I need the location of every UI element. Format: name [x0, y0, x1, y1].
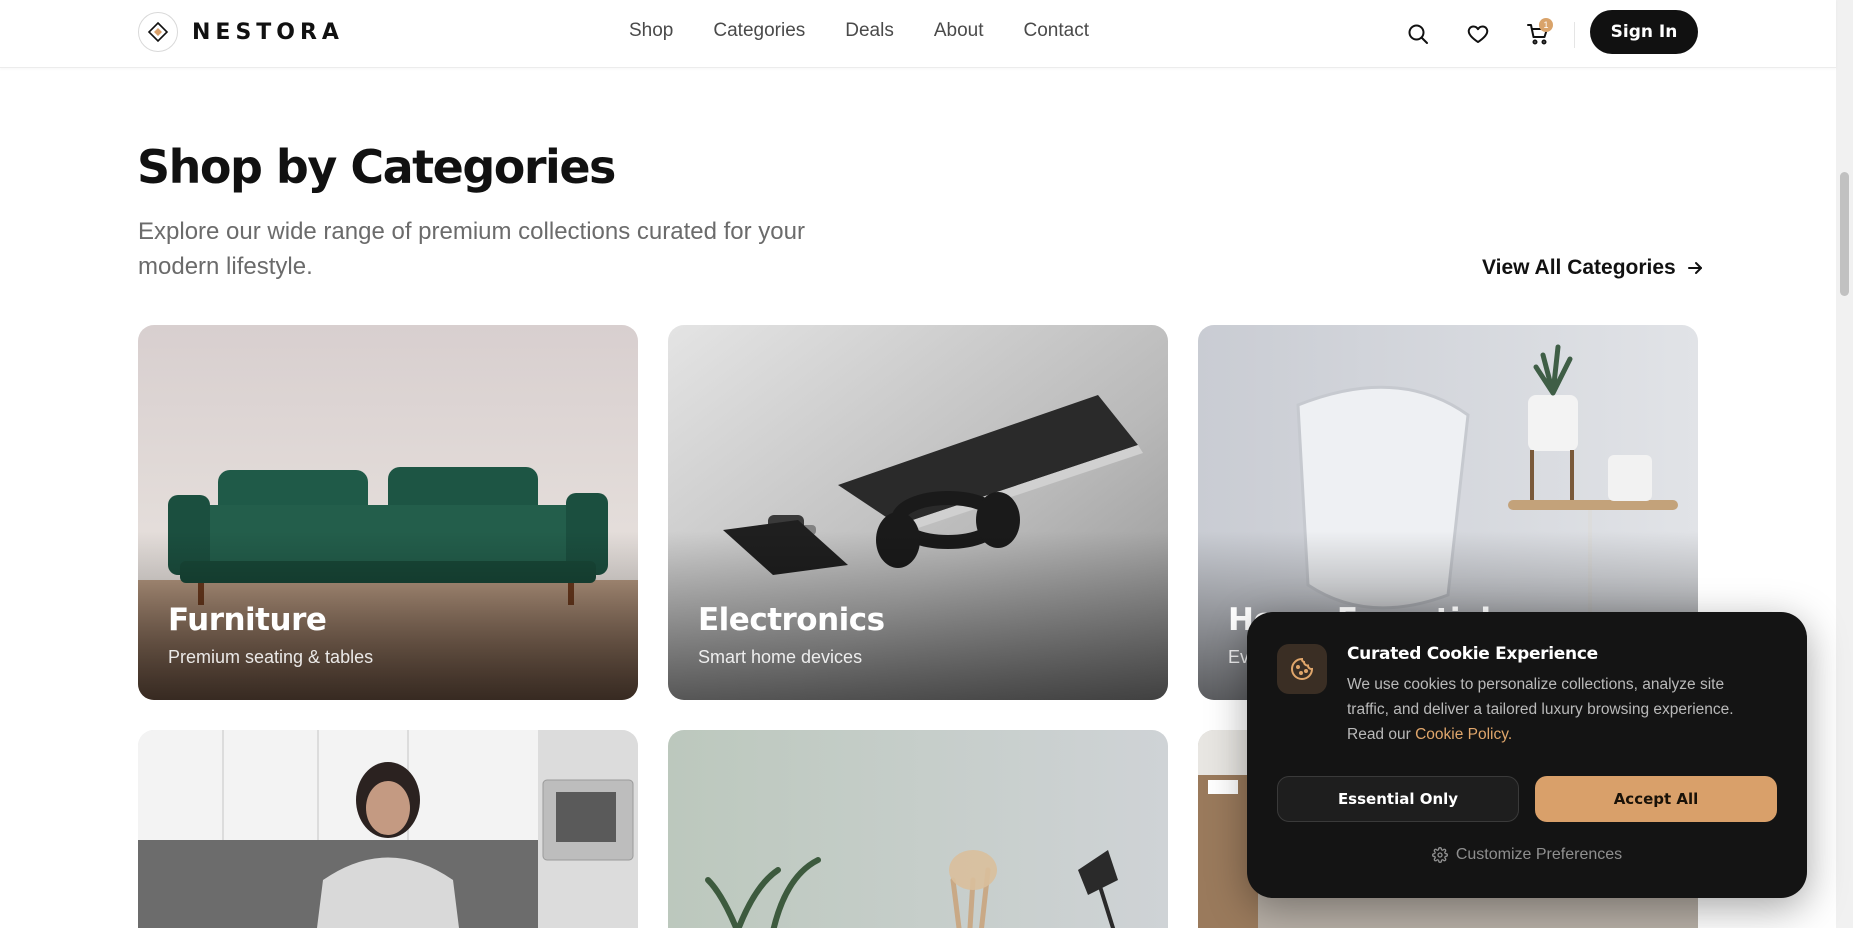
accept-all-button[interactable]: Accept All [1535, 776, 1777, 822]
kitchen-image [138, 730, 638, 928]
cookie-body-text: We use cookies to personalize collection… [1347, 676, 1734, 743]
cart-count-badge: 1 [1539, 18, 1553, 32]
cart-icon[interactable]: 1 [1520, 16, 1556, 52]
category-card-electronics[interactable]: Electronics Smart home devices [668, 325, 1168, 700]
search-icon[interactable] [1400, 16, 1436, 52]
cookie-consent-popup: Curated Cookie Experience We use cookies… [1247, 612, 1807, 898]
category-card-furniture[interactable]: Furniture Premium seating & tables [138, 325, 638, 700]
heart-icon[interactable] [1460, 16, 1496, 52]
cookie-title: Curated Cookie Experience [1347, 644, 1598, 664]
page-scrollbar[interactable] [1836, 0, 1853, 928]
cookie-policy-link[interactable]: Cookie Policy [1415, 726, 1508, 743]
scrollbar-thumb[interactable] [1840, 172, 1849, 296]
header-actions: 1 [1400, 16, 1556, 52]
category-title: Furniture [168, 602, 327, 638]
nav-about[interactable]: About [934, 20, 984, 42]
decor-image [668, 730, 1168, 928]
customize-label: Customize Preferences [1455, 846, 1623, 863]
nav-deals[interactable]: Deals [845, 20, 894, 42]
view-all-categories-link[interactable]: View All Categories [1482, 256, 1704, 280]
sign-in-button[interactable]: Sign In [1590, 10, 1698, 54]
category-card-kitchen[interactable] [138, 730, 638, 928]
header-divider [1574, 22, 1575, 48]
brand-logo[interactable]: NESTORA [138, 12, 344, 52]
section-subtitle: Explore our wide range of premium collec… [138, 218, 805, 280]
category-card-decor[interactable] [668, 730, 1168, 928]
cookie-link-suffix: . [1507, 726, 1513, 743]
logo-diamond-icon [138, 12, 178, 52]
category-subtitle: Smart home devices [698, 647, 863, 667]
nav-contact[interactable]: Contact [1024, 20, 1089, 42]
brand-name: NESTORA [192, 19, 344, 45]
gear-icon [1431, 847, 1448, 863]
cookie-description: We use cookies to personalize collection… [1347, 672, 1767, 747]
category-subtitle: Ev [1228, 647, 1250, 667]
page-title: Shop by Categories [137, 140, 616, 194]
arrow-right-icon [1687, 262, 1702, 274]
main-nav: Shop Categories Deals About Contact [629, 20, 1089, 42]
customize-preferences-link[interactable]: Customize Preferences [1247, 846, 1807, 864]
nav-shop[interactable]: Shop [629, 20, 673, 42]
cookie-icon [1277, 644, 1327, 694]
site-header: NESTORA Shop Categories Deals About Cont… [0, 0, 1836, 68]
nav-categories[interactable]: Categories [713, 20, 805, 42]
essential-only-button[interactable]: Essential Only [1277, 776, 1519, 822]
category-title: Electronics [698, 602, 885, 638]
view-all-label: View All Categories [1482, 256, 1676, 279]
category-subtitle: Premium seating & tables [168, 647, 374, 667]
